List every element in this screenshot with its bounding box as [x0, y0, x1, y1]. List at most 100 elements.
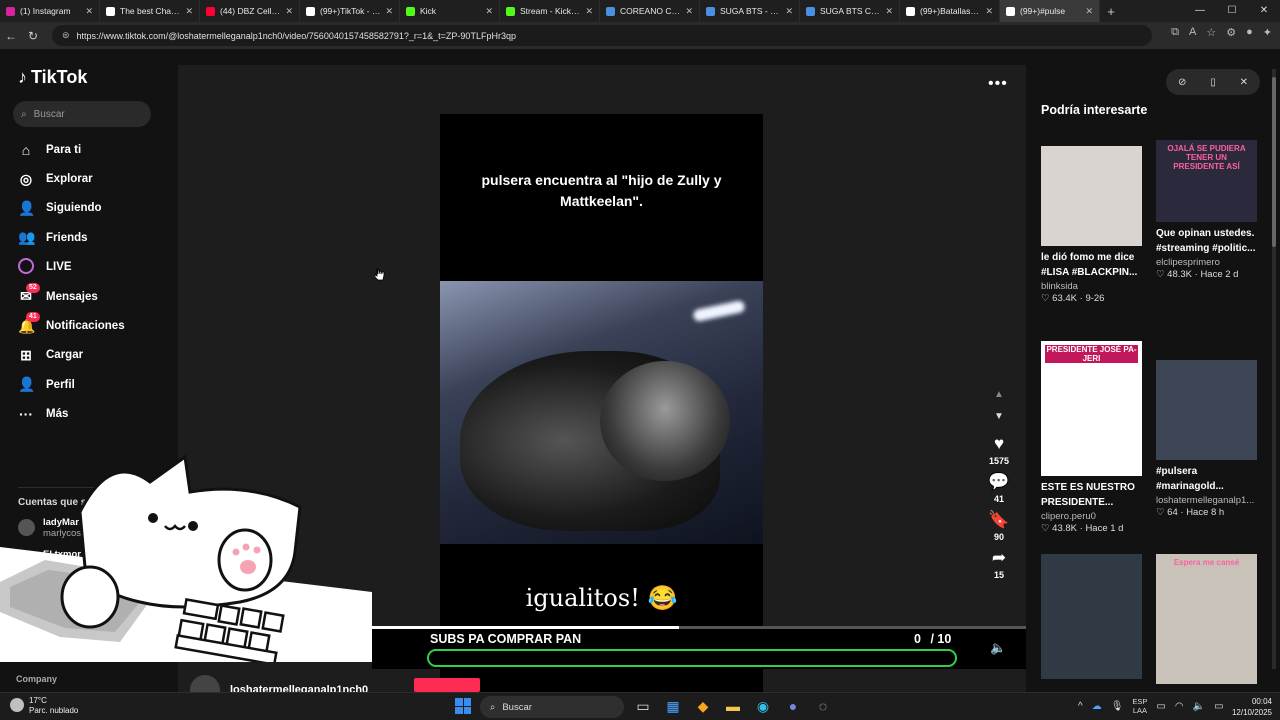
card-author: loshatermelleganalp1...: [1156, 495, 1255, 506]
browser-tab[interactable]: (1) Instagram ✕: [0, 0, 100, 22]
tab-close-icon[interactable]: ✕: [585, 6, 593, 17]
close-panel-icon[interactable]: ✕: [1240, 77, 1248, 88]
browser-tab[interactable]: Kick ✕: [400, 0, 500, 22]
tab-close-icon[interactable]: ✕: [785, 6, 793, 17]
discord-icon[interactable]: ●: [784, 697, 802, 715]
tab-close-icon[interactable]: ✕: [185, 6, 193, 17]
nav-item[interactable]: 👤 Siguiendo: [18, 194, 168, 223]
language-indicator[interactable]: ESP LAA: [1132, 697, 1147, 715]
comment-button[interactable]: 💬 41: [983, 472, 1015, 504]
nav-item[interactable]: ⊞ Cargar: [18, 341, 168, 370]
extensions-icon[interactable]: ⚙: [1226, 26, 1236, 39]
task-view-icon[interactable]: ▭: [634, 697, 652, 715]
compass-small-icon[interactable]: ⊘: [1178, 77, 1186, 88]
tab-close-icon[interactable]: ✕: [285, 6, 293, 17]
weather-widget[interactable]: 17°C Parc. nublado: [10, 696, 78, 716]
company-link[interactable]: Company: [16, 674, 57, 684]
nav-item[interactable]: ··· Más: [18, 400, 168, 429]
tab-close-icon[interactable]: ✕: [85, 6, 93, 17]
nav-item[interactable]: 👤 Perfil: [18, 370, 168, 399]
device-icon[interactable]: ▯: [1210, 77, 1216, 88]
previous-video-icon[interactable]: ▲: [983, 384, 1015, 406]
more-options-icon[interactable]: •••: [988, 75, 1008, 93]
minimize-button[interactable]: —: [1184, 0, 1216, 22]
edge-icon[interactable]: ◉: [754, 697, 772, 715]
video-card[interactable]: OJALÁ SE PUDIERA TENER UN PRESIDENTE ASÍ…: [1156, 140, 1257, 280]
browser-tab[interactable]: (44) DBZ Cell ab ✕: [200, 0, 300, 22]
nav-item[interactable]: ✉ 52 Mensajes: [18, 282, 168, 311]
nav-item[interactable]: ⌂ Para ti: [18, 135, 168, 164]
nav-item[interactable]: 🔔 41 Notificaciones: [18, 311, 168, 340]
browser-tab[interactable]: COREANO CON ✕: [600, 0, 700, 22]
nav-item[interactable]: ◎ Explorar: [18, 164, 168, 193]
tab-close-icon[interactable]: ✕: [685, 6, 693, 17]
url-field[interactable]: ⊜ https://www.tiktok.com/@loshatermelleg…: [52, 25, 1152, 46]
save-button[interactable]: 🔖 90: [983, 510, 1015, 542]
video-thumbnail[interactable]: [1041, 554, 1142, 679]
video-player[interactable]: pulsera encuentra al "hijo de Zully y Ma…: [440, 114, 763, 692]
video-thumbnail[interactable]: [1156, 360, 1257, 460]
tab-close-icon[interactable]: ✕: [885, 6, 893, 17]
obs-icon[interactable]: ◌: [814, 697, 832, 715]
monitor-icon[interactable]: ▭: [1156, 701, 1165, 712]
taskbar-search[interactable]: ⌕ Buscar: [480, 696, 624, 718]
author-avatar[interactable]: [190, 675, 220, 692]
tab-close-icon[interactable]: ✕: [985, 6, 993, 17]
browser-tab[interactable]: (99+)Batallas de ✕: [900, 0, 1000, 22]
copilot-icon[interactable]: ✦: [1263, 26, 1272, 39]
copilot-app-icon[interactable]: ◆: [694, 697, 712, 715]
tray-chevron-icon[interactable]: ^: [1078, 701, 1083, 712]
clock[interactable]: 00:04 12/10/2025: [1218, 696, 1272, 718]
tab-close-icon[interactable]: ✕: [1085, 6, 1093, 17]
card-title: le dió fomo me dice #LISA #BLACKPIN...: [1041, 252, 1138, 278]
browser-tab[interactable]: (99+)#pulse ✕: [1000, 0, 1100, 22]
author-handle[interactable]: loshatermelleganalp1nch0: [230, 684, 368, 692]
favorite-star-icon[interactable]: ☆: [1206, 26, 1216, 39]
tiktok-logo[interactable]: ♪ TikTok: [18, 67, 87, 88]
back-icon[interactable]: ←: [0, 29, 22, 43]
video-thumbnail[interactable]: [1041, 146, 1142, 246]
read-aloud-icon[interactable]: A: [1189, 26, 1196, 39]
video-card[interactable]: PRESIDENTE JOSÉ PA-JERI ESTE ES NUESTRO P…: [1041, 341, 1142, 534]
next-video-icon[interactable]: ▼: [983, 406, 1015, 428]
author-strip[interactable]: loshatermelleganalp1nch0: [190, 675, 368, 692]
browser-tab[interactable]: Stream - Kick Da ✕: [500, 0, 600, 22]
browser-tab[interactable]: SUGA BTS CON ✕: [800, 0, 900, 22]
tab-close-icon[interactable]: ✕: [485, 6, 493, 17]
recommendations-title: Podría interesarte: [1041, 103, 1148, 117]
profile-avatar-icon[interactable]: ●: [1246, 26, 1253, 39]
video-thumbnail[interactable]: PRESIDENTE JOSÉ PA-JERI: [1041, 341, 1142, 476]
video-card[interactable]: #pulsera #marinagold... loshatermellegana…: [1156, 360, 1257, 518]
video-card[interactable]: le dió fomo me dice #LISA #BLACKPIN... bl…: [1041, 146, 1142, 304]
tab-close-icon[interactable]: ✕: [385, 6, 393, 17]
wifi-icon[interactable]: ◠: [1175, 701, 1184, 712]
like-button[interactable]: ♥ 1575: [983, 434, 1015, 466]
start-button[interactable]: [455, 698, 471, 714]
video-card[interactable]: Espera me cansé: [1156, 554, 1257, 684]
browser-tab[interactable]: (99+)TikTok - Ma ✕: [300, 0, 400, 22]
browser-tab[interactable]: The best ChatBot ✕: [100, 0, 200, 22]
follow-button[interactable]: [414, 678, 480, 692]
reload-icon[interactable]: ↻: [22, 29, 44, 43]
share-button[interactable]: ➦ 15: [983, 548, 1015, 580]
file-explorer-icon[interactable]: ▬: [724, 697, 742, 715]
video-card[interactable]: [1041, 554, 1142, 679]
volume-icon[interactable]: 🔈: [990, 640, 1006, 656]
onedrive-icon[interactable]: ☁: [1092, 701, 1102, 712]
nav-item[interactable]: LIVE: [18, 253, 168, 282]
video-thumbnail[interactable]: OJALÁ SE PUDIERA TENER UN PRESIDENTE ASÍ: [1156, 140, 1257, 222]
maximize-button[interactable]: ☐: [1216, 0, 1248, 22]
scrollbar-thumb[interactable]: [1272, 77, 1276, 247]
browser-tab[interactable]: SUGA BTS - Búsq ✕: [700, 0, 800, 22]
nav-item[interactable]: 👥 Friends: [18, 223, 168, 252]
open-app-icon[interactable]: ⧉: [1171, 26, 1179, 39]
speaker-icon[interactable]: 🔈: [1193, 701, 1205, 712]
close-window-button[interactable]: ✕: [1248, 0, 1280, 22]
page-scrollbar[interactable]: [1272, 69, 1276, 669]
store-icon[interactable]: ▦: [664, 697, 682, 715]
mic-icon[interactable]: 🎙: [1111, 701, 1124, 712]
site-info-icon[interactable]: ⊜: [62, 30, 70, 41]
video-thumbnail[interactable]: Espera me cansé: [1156, 554, 1257, 684]
search-input[interactable]: ⌕ Buscar: [13, 101, 151, 127]
new-tab-button[interactable]: +: [1100, 4, 1122, 19]
